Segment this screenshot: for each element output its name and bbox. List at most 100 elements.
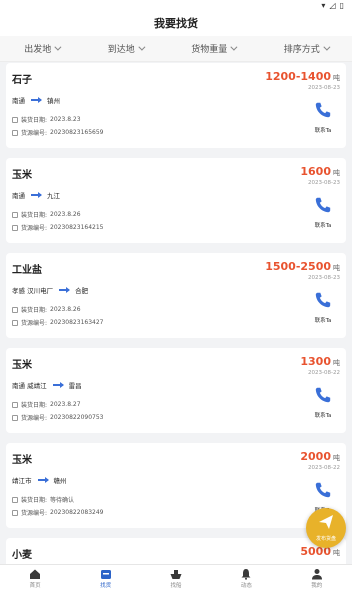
arrow-right-icon xyxy=(59,287,71,293)
arrow-right-icon xyxy=(31,192,42,198)
contact-label: 联系Ta xyxy=(314,413,332,419)
price-unit: 吨 xyxy=(333,74,340,82)
price-unit: 吨 xyxy=(333,264,340,272)
contact-button[interactable]: 联系Ta xyxy=(310,101,336,134)
chevron-down-icon xyxy=(230,43,238,51)
route-to: 赣州 xyxy=(53,477,67,485)
source-no-row: 货源编号: 20230822083249 xyxy=(12,508,103,517)
tab-find-ship[interactable]: 找船 xyxy=(156,568,196,589)
filter-destination[interactable]: 到达地 xyxy=(107,42,146,55)
ship-date-value: 2023.8.27 xyxy=(50,401,81,408)
tab-home[interactable]: 首页 xyxy=(15,568,55,589)
ship-date-label: 装货日期: xyxy=(21,117,48,124)
calendar-icon xyxy=(12,306,18,313)
source-no-value: 20230822090753 xyxy=(50,414,104,421)
price-value: 1200-1400 xyxy=(265,70,331,83)
chevron-down-icon xyxy=(323,43,331,51)
cargo-list[interactable]: 石子 1200-1400 吨 2023-08-23 南通 镇州 装货日期: 2023.8.23… xyxy=(0,63,352,564)
cargo-card[interactable]: 玉米 2000 吨 2023-08-22 靖江市 赣州 装货日期: 等待确认 货源编号: 2023… xyxy=(6,443,346,528)
calendar-icon xyxy=(12,211,18,218)
ship-date-row: 装货日期: 2023.8.27 xyxy=(12,400,81,409)
bell-icon xyxy=(241,569,251,580)
calendar-icon xyxy=(12,401,18,408)
goods-name: 玉米 xyxy=(12,455,32,466)
price: 1300 吨 xyxy=(300,355,340,368)
filter-sort[interactable]: 排序方式 xyxy=(284,42,331,55)
tab-label: 动态 xyxy=(240,583,252,589)
ship-icon xyxy=(170,570,182,579)
publish-cargo-label: 发布货盘 xyxy=(315,536,336,542)
tab-label: 我的 xyxy=(311,583,323,589)
source-no-value: 20230823164215 xyxy=(50,224,104,231)
ship-date-label: 装货日期: xyxy=(21,497,48,504)
status-bar: ▾ ◿ ▯ xyxy=(0,0,352,12)
document-icon xyxy=(12,224,18,231)
filter-departure[interactable]: 出发地 xyxy=(24,42,62,55)
arrow-right-icon xyxy=(31,97,42,103)
arrow-right-icon xyxy=(37,477,49,483)
source-no-row: 货源编号: 20230823163427 xyxy=(12,318,103,327)
publish-cargo-button[interactable]: 发布货盘 xyxy=(306,508,346,548)
cargo-card[interactable]: 小麦 5000 吨 xyxy=(6,538,346,564)
price: 1500-2500 吨 xyxy=(265,260,340,273)
contact-label: 联系Ta xyxy=(314,318,332,324)
contact-label: 联系Ta xyxy=(314,128,332,134)
route-to: 九江 xyxy=(47,192,60,200)
document-icon xyxy=(12,509,18,516)
source-no-label: 货源编号: xyxy=(21,510,48,517)
goods-name: 小麦 xyxy=(12,550,32,561)
document-icon xyxy=(12,414,18,421)
tab-label: 找船 xyxy=(170,583,182,589)
tab-find-cargo[interactable]: 找货 xyxy=(86,568,126,589)
filter-bar: 出发地 到达地 货物重量 排序方式 xyxy=(0,36,352,62)
price: 1600 吨 xyxy=(300,165,340,178)
phone-icon xyxy=(315,292,331,308)
route: 南通 威靖江 雷昌 xyxy=(12,380,82,390)
cargo-card[interactable]: 玉米 1600 吨 2023-08-23 南通 九江 装货日期: 2023.8.26 货源编号:… xyxy=(6,158,346,243)
source-no-label: 货源编号: xyxy=(21,320,48,327)
filter-label: 货物重量 xyxy=(191,45,228,55)
route-from: 孝感 汉川电厂 xyxy=(12,287,54,295)
source-no-row: 货源编号: 20230823164215 xyxy=(12,223,103,232)
source-no-label: 货源编号: xyxy=(21,130,48,137)
signal-icon: ◿ xyxy=(329,1,336,10)
route-from: 南通 xyxy=(12,97,25,105)
phone-icon xyxy=(315,102,331,118)
goods-name: 玉米 xyxy=(12,360,32,371)
filter-label: 到达地 xyxy=(107,45,135,55)
ship-date-row: 装货日期: 2023.8.26 xyxy=(12,210,81,219)
post-date: 2023-08-22 xyxy=(308,370,340,376)
price-value: 2000 xyxy=(300,450,331,463)
price-value: 1600 xyxy=(300,165,331,178)
source-no-row: 货源编号: 20230823165659 xyxy=(12,128,103,137)
ship-date-value: 2023.8.26 xyxy=(50,306,81,313)
cargo-card[interactable]: 工业盐 1500-2500 吨 2023-08-23 孝感 汉川电厂 合肥 装货日期: 202… xyxy=(6,253,346,338)
source-no-value: 20230823165659 xyxy=(50,129,104,136)
tab-mine[interactable]: 我的 xyxy=(297,568,337,589)
ship-date-value: 等待确认 xyxy=(50,497,75,504)
route-to: 合肥 xyxy=(75,287,89,295)
filter-weight[interactable]: 货物重量 xyxy=(191,42,238,55)
home-icon xyxy=(30,569,41,579)
price: 1200-1400 吨 xyxy=(265,70,340,83)
ship-date-label: 装货日期: xyxy=(21,307,48,314)
filter-label: 出发地 xyxy=(24,45,52,55)
route-from: 南通 xyxy=(12,192,25,200)
cargo-card[interactable]: 石子 1200-1400 吨 2023-08-23 南通 镇州 装货日期: 2023.8.23… xyxy=(6,63,346,148)
price-unit: 吨 xyxy=(333,359,340,367)
cargo-card[interactable]: 玉米 1300 吨 2023-08-22 南通 威靖江 雷昌 装货日期: 2023.8.27 货… xyxy=(6,348,346,433)
tab-news[interactable]: 动态 xyxy=(226,568,266,589)
calendar-icon xyxy=(12,496,18,503)
contact-button[interactable]: 联系Ta xyxy=(310,196,336,229)
source-no-label: 货源编号: xyxy=(21,415,48,422)
contact-label: 联系Ta xyxy=(314,223,332,229)
route: 孝感 汉川电厂 合肥 xyxy=(12,285,88,295)
route: 南通 九江 xyxy=(12,190,60,200)
post-date: 2023-08-23 xyxy=(308,275,340,281)
ship-date-row: 装货日期: 等待确认 xyxy=(12,495,74,504)
source-no-value: 20230822083249 xyxy=(50,509,104,516)
contact-button[interactable]: 联系Ta xyxy=(310,291,336,324)
chevron-down-icon xyxy=(54,43,62,51)
contact-button[interactable]: 联系Ta xyxy=(310,386,336,419)
paper-plane-icon xyxy=(319,515,333,529)
